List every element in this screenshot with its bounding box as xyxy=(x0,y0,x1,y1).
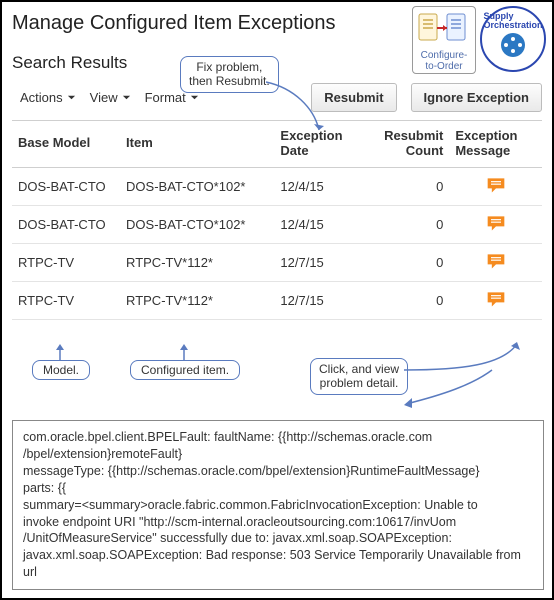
cell-exception-msg xyxy=(449,167,542,205)
cell-exception-date: 12/4/15 xyxy=(274,205,367,243)
col-item[interactable]: Item xyxy=(120,121,274,168)
chevron-down-icon xyxy=(122,93,131,102)
cell-resubmit-count: 0 xyxy=(367,243,449,281)
table-row[interactable]: RTPC-TVRTPC-TV*112*12/7/150 xyxy=(12,281,542,319)
message-icon[interactable] xyxy=(486,290,506,308)
ignore-exception-button[interactable]: Ignore Exception xyxy=(411,83,542,112)
table-row[interactable]: RTPC-TVRTPC-TV*112*12/7/150 xyxy=(12,243,542,281)
message-icon[interactable] xyxy=(486,176,506,194)
cell-item: RTPC-TV*112* xyxy=(120,243,274,281)
callout-model: Model. xyxy=(32,360,90,380)
exception-detail-panel: com.oracle.bpel.client.BPELFault: faultN… xyxy=(12,420,544,590)
table-row[interactable]: DOS-BAT-CTODOS-BAT-CTO*102*12/4/150 xyxy=(12,167,542,205)
col-exception-date[interactable]: ExceptionDate xyxy=(274,121,367,168)
cell-exception-msg xyxy=(449,281,542,319)
cell-base-model: RTPC-TV xyxy=(12,281,120,319)
callout-fix-resubmit: Fix problem,then Resubmit. xyxy=(180,56,279,93)
cell-item: DOS-BAT-CTO*102* xyxy=(120,167,274,205)
message-icon[interactable] xyxy=(486,214,506,232)
col-exception-message[interactable]: ExceptionMessage xyxy=(449,121,542,168)
cell-exception-msg xyxy=(449,243,542,281)
exceptions-table: Base Model Item ExceptionDate ResubmitCo… xyxy=(12,120,542,320)
chevron-down-icon xyxy=(190,93,199,102)
col-base-model[interactable]: Base Model xyxy=(12,121,120,168)
cell-item: DOS-BAT-CTO*102* xyxy=(120,205,274,243)
message-icon[interactable] xyxy=(486,252,506,270)
cell-base-model: DOS-BAT-CTO xyxy=(12,167,120,205)
cell-base-model: RTPC-TV xyxy=(12,243,120,281)
cell-resubmit-count: 0 xyxy=(367,167,449,205)
cell-resubmit-count: 0 xyxy=(367,281,449,319)
cell-exception-date: 12/7/15 xyxy=(274,243,367,281)
cell-base-model: DOS-BAT-CTO xyxy=(12,205,120,243)
cell-item: RTPC-TV*112* xyxy=(120,281,274,319)
table-row[interactable]: DOS-BAT-CTODOS-BAT-CTO*102*12/4/150 xyxy=(12,205,542,243)
resubmit-button[interactable]: Resubmit xyxy=(311,83,396,112)
actions-menu[interactable]: Actions xyxy=(20,90,76,105)
cell-exception-date: 12/7/15 xyxy=(274,281,367,319)
callout-view-detail: Click, and viewproblem detail. xyxy=(310,358,408,395)
callout-config-item: Configured item. xyxy=(130,360,240,380)
page-title: Manage Configured Item Exceptions xyxy=(12,12,542,35)
cell-exception-msg xyxy=(449,205,542,243)
cell-exception-date: 12/4/15 xyxy=(274,167,367,205)
col-resubmit-count[interactable]: ResubmitCount xyxy=(367,121,449,168)
chevron-down-icon xyxy=(67,93,76,102)
view-menu[interactable]: View xyxy=(90,90,131,105)
cell-resubmit-count: 0 xyxy=(367,205,449,243)
